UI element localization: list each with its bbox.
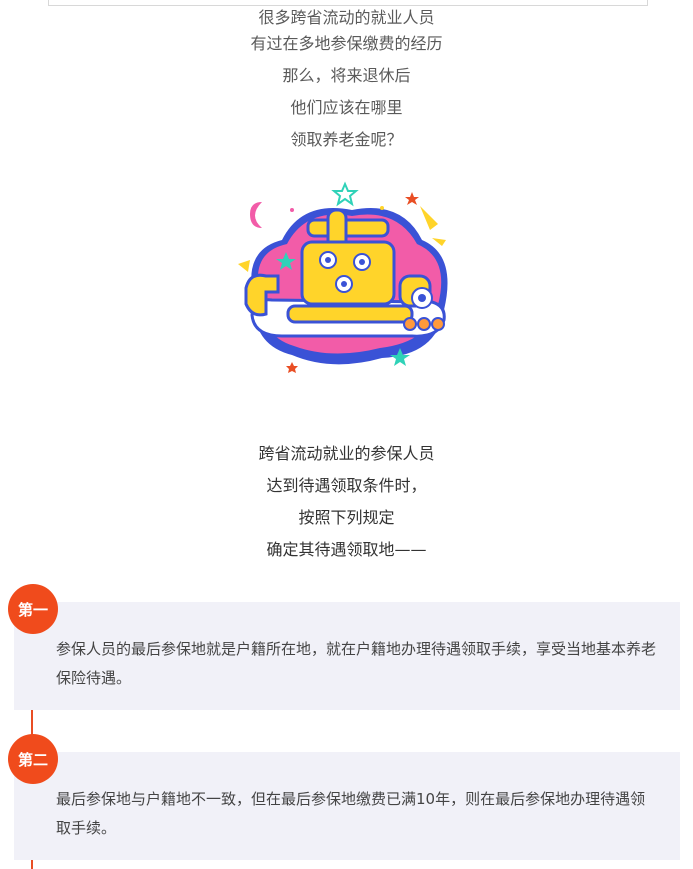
rule-card-2: 最后参保地与户籍地不一致，但在最后参保地缴费已满10年，则在最后参保地办理待遇领… <box>14 752 680 860</box>
rules-intro-line: 按照下列规定 <box>298 508 395 527</box>
rule-card-1: 参保人员的最后参保地就是户籍所在地，就在户籍地办理待遇领取手续，享受当地基本养老… <box>14 602 680 710</box>
rule-badge-2: 第二 <box>8 734 58 784</box>
intro-line: 那么，将来退休后 <box>282 66 411 85</box>
intro-line: 领取养老金呢？ <box>290 130 403 149</box>
rule-text: 最后参保地与户籍地不一致，但在最后参保地缴费已满10年，则在最后参保地办理待遇领… <box>56 790 646 837</box>
intro-line: 有过在多地参保缴费的经历 <box>250 34 443 53</box>
intro-line: 很多跨省流动的就业人员 <box>258 8 435 27</box>
rule-text: 参保人员的最后参保地就是户籍所在地，就在户籍地办理待遇领取手续，享受当地基本养老… <box>56 640 657 687</box>
rules-intro-line: 达到待遇领取条件时， <box>266 476 427 495</box>
intro-line: 他们应该在哪里 <box>290 98 403 117</box>
rule-badge-1: 第一 <box>8 584 58 634</box>
zhong-dian-sticker-icon <box>232 180 464 380</box>
rules-intro-line: 跨省流动就业的参保人员 <box>258 444 435 463</box>
rules-intro-line: 确定其待遇领取地—— <box>266 540 427 559</box>
